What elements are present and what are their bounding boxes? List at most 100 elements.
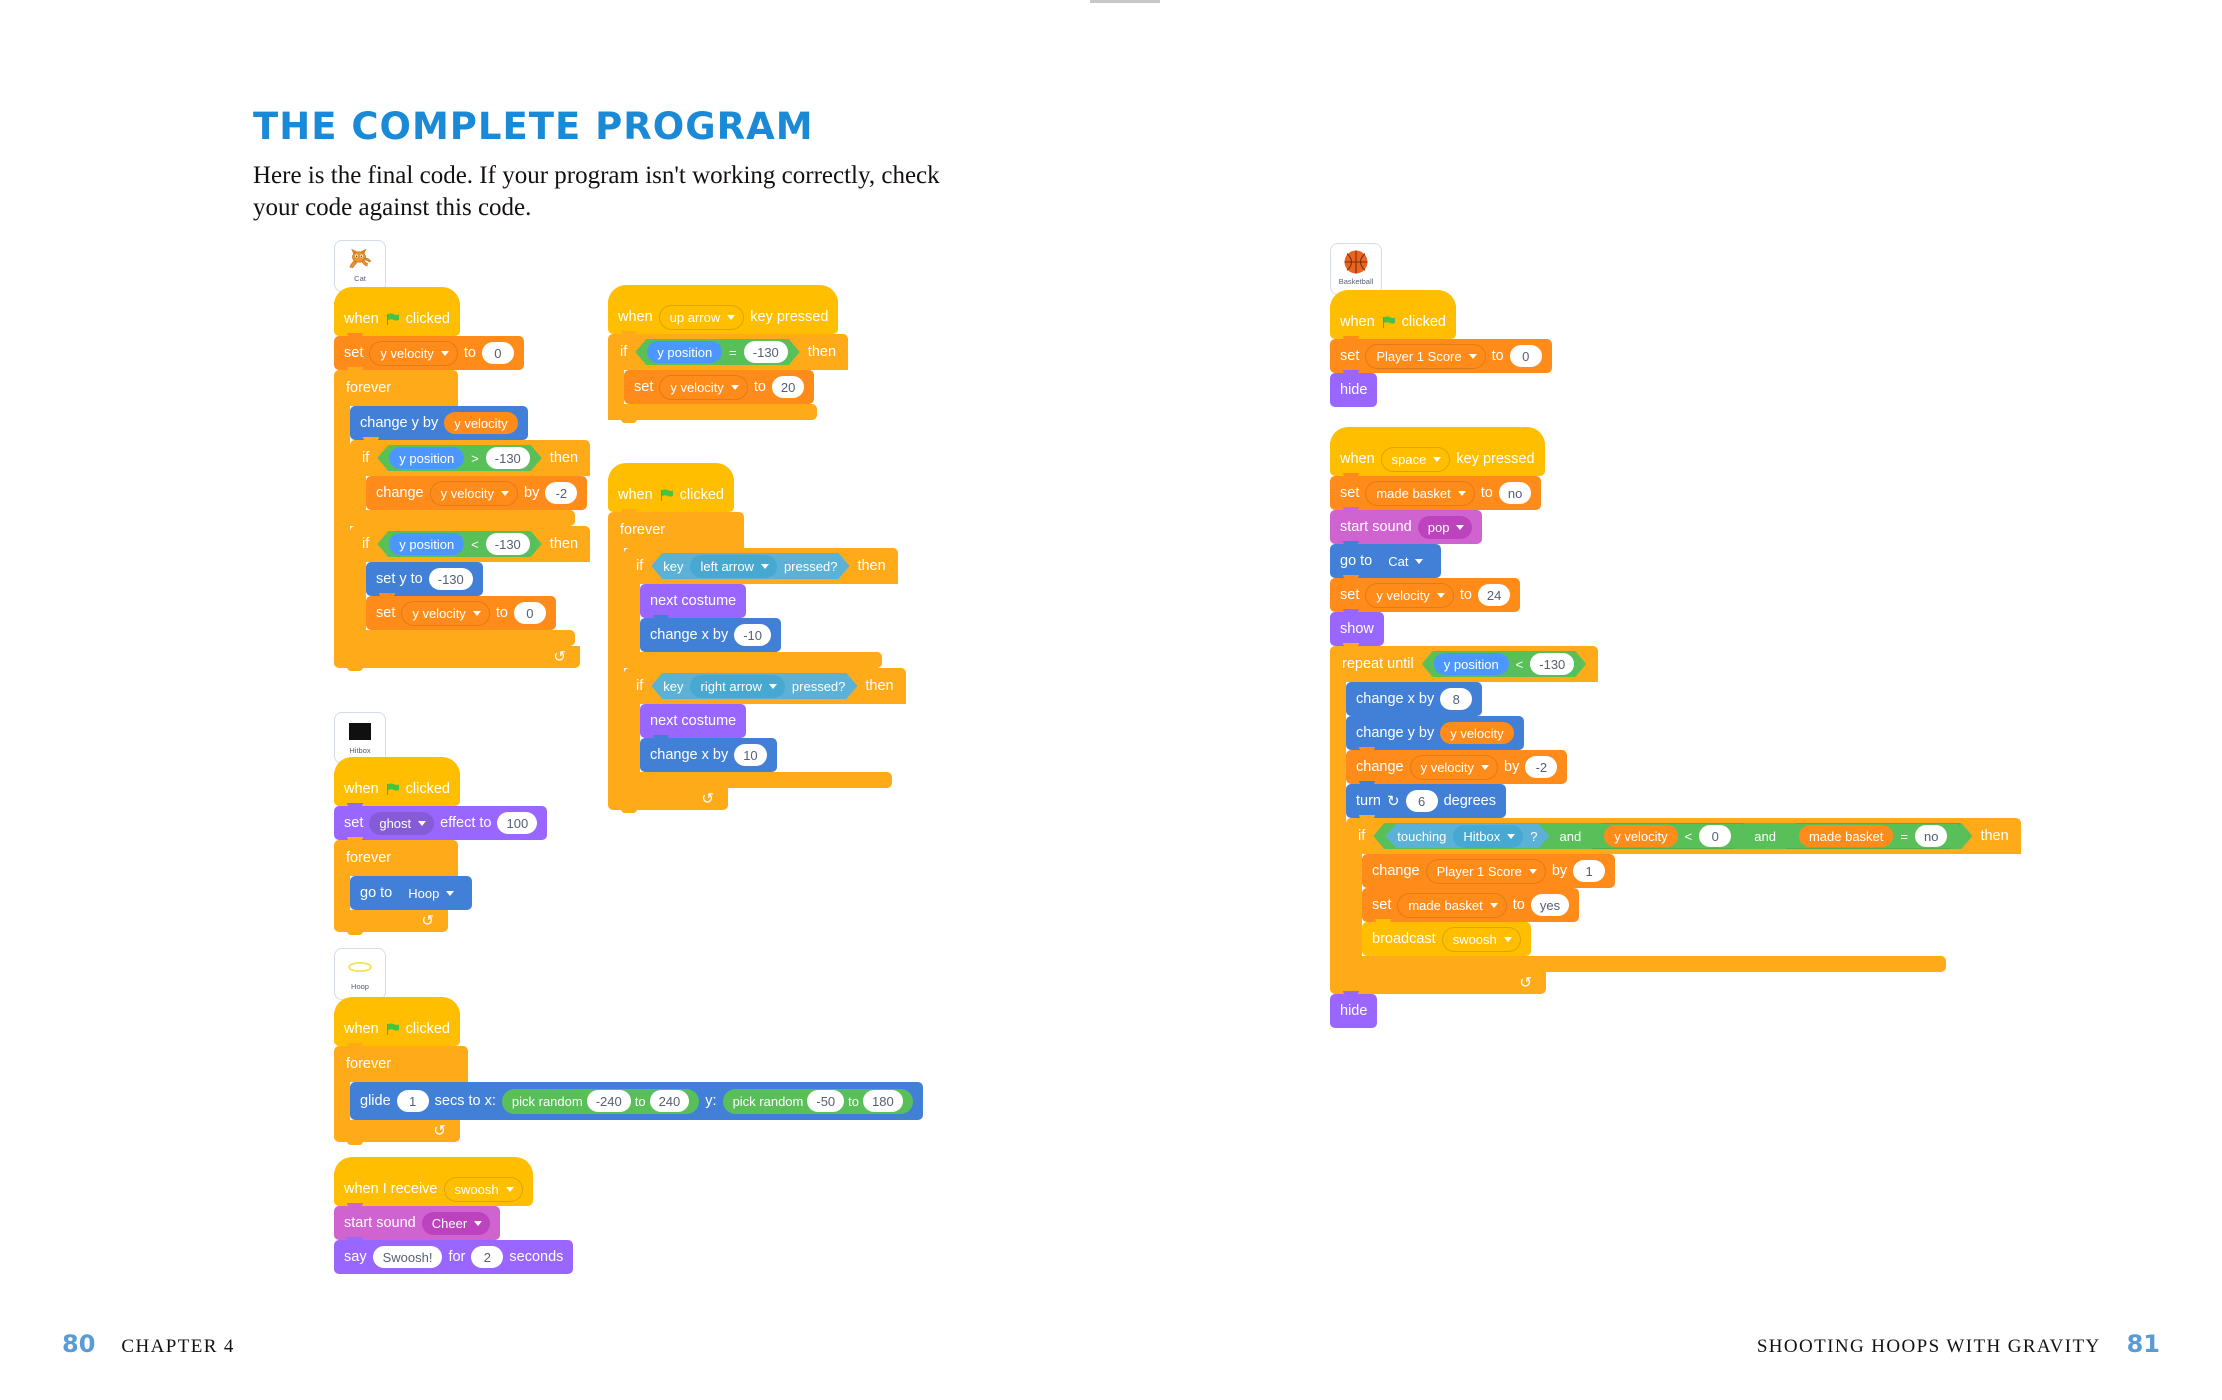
block-set-variable[interactable]: set y velocity to 24 <box>1330 575 1521 612</box>
operator-greater-than[interactable]: y position > -130 <box>377 445 542 471</box>
hat-when-flag-clicked[interactable]: when clicked <box>334 997 460 1046</box>
sprite-thumb-basketball[interactable]: Basketball <box>1330 243 1382 295</box>
effect-dropdown[interactable]: ghost <box>369 811 435 835</box>
block-go-to[interactable]: go to Hoop <box>350 876 473 910</box>
block-if-y-greater[interactable]: if y position > -130 then change y veloc… <box>350 437 591 529</box>
operator-less-than[interactable]: y position < -130 <box>1422 651 1587 677</box>
value-input[interactable]: 0 <box>481 342 514 364</box>
variable-dropdown[interactable]: y velocity <box>401 600 490 626</box>
operand-input[interactable]: 0 <box>1699 825 1731 847</box>
block-start-sound[interactable]: start sound pop <box>1330 507 1483 544</box>
block-set-variable[interactable]: set made basket to yes <box>1362 885 1580 922</box>
block-start-sound[interactable]: start sound Cheer <box>334 1203 501 1240</box>
script-cat-swoosh[interactable]: when I receive swoosh start sound Cheer … <box>334 1157 574 1274</box>
block-forever[interactable]: forever change y by y velocity if y posi… <box>334 367 591 671</box>
touching-target-dropdown[interactable]: Hitbox <box>1453 825 1523 848</box>
variable-dropdown[interactable]: y velocity <box>369 340 458 366</box>
sprite-thumb-cat[interactable]: Cat <box>334 240 386 292</box>
block-repeat-until[interactable]: repeat until y position < -130 change x … <box>1330 643 2021 997</box>
operand-input[interactable]: -130 <box>1530 653 1574 675</box>
value-input[interactable]: 100 <box>497 812 538 834</box>
sound-dropdown[interactable]: pop <box>1417 515 1473 539</box>
operand-input[interactable]: no <box>1915 825 1947 847</box>
from-input[interactable]: -50 <box>807 1090 845 1112</box>
block-change-y-by[interactable]: change y by y velocity <box>1346 713 1524 750</box>
value-input[interactable]: 10 <box>734 744 767 766</box>
sprite-thumb-hoop[interactable]: Hoop <box>334 948 386 1000</box>
value-input[interactable]: -2 <box>1525 756 1558 778</box>
hat-when-key-pressed[interactable]: when up arrow key pressed <box>608 285 839 334</box>
if-head[interactable]: if key left arrow pressed? then <box>624 545 898 584</box>
block-change-x-by[interactable]: change x by -10 <box>640 615 781 652</box>
variable-dropdown[interactable]: made basket <box>1365 480 1475 506</box>
hat-when-flag-clicked[interactable]: when clicked <box>608 463 734 512</box>
if-head[interactable]: if y position > -130 then <box>350 437 591 476</box>
value-input[interactable]: -10 <box>734 624 771 646</box>
operand-input[interactable]: -130 <box>486 533 530 555</box>
block-change-x-by[interactable]: change x by 10 <box>640 735 777 772</box>
block-next-costume[interactable]: next costume <box>640 704 747 738</box>
block-change-x-by[interactable]: change x by 8 <box>1346 682 1483 716</box>
say-text-input[interactable]: Swoosh! <box>372 1246 443 1268</box>
block-turn-degrees[interactable]: turn ↻ 6 degrees <box>1346 781 1506 818</box>
from-input[interactable]: -240 <box>586 1090 631 1112</box>
block-if-made-basket[interactable]: if touching Hitbox ? and y velocity < 0 … <box>1346 815 2021 975</box>
value-input[interactable]: 1 <box>1573 860 1606 882</box>
seconds-input[interactable]: 2 <box>471 1246 504 1268</box>
script-basketball-shoot[interactable]: when space key pressed set made basket t… <box>1330 427 2021 1028</box>
variable-dropdown[interactable]: y velocity <box>659 374 748 400</box>
sensing-key-pressed[interactable]: key right arrow pressed? <box>651 673 857 699</box>
block-if-left-arrow[interactable]: if key left arrow pressed? then next cos… <box>624 545 898 671</box>
key-dropdown[interactable]: space <box>1380 446 1451 472</box>
variable-dropdown[interactable]: y velocity <box>1409 754 1499 780</box>
block-change-variable[interactable]: change y velocity by -2 <box>366 476 588 510</box>
block-set-ghost-effect[interactable]: set ghost effect to 100 <box>334 803 548 840</box>
block-change-variable[interactable]: change y velocity by -2 <box>1346 747 1568 784</box>
message-dropdown[interactable]: swoosh <box>1441 926 1521 952</box>
variable-dropdown[interactable]: made basket <box>1397 892 1507 918</box>
key-dropdown[interactable]: left arrow <box>690 555 776 578</box>
block-set-variable[interactable]: set y velocity to 0 <box>334 333 524 370</box>
if-head[interactable]: if key right arrow pressed? then <box>624 665 906 704</box>
operand-input[interactable]: -130 <box>744 341 788 363</box>
script-basketball-init[interactable]: when clicked set Player 1 Score to 0 hid… <box>1330 290 1552 407</box>
key-dropdown[interactable]: right arrow <box>690 675 784 698</box>
value-input[interactable]: 24 <box>1477 584 1511 606</box>
block-change-variable[interactable]: change Player 1 Score by 1 <box>1362 854 1616 888</box>
block-go-to[interactable]: go to Cat <box>1330 541 1442 578</box>
forever-head[interactable]: forever <box>334 837 458 876</box>
variable-reporter[interactable]: made basket <box>1799 825 1893 847</box>
block-set-variable[interactable]: set Player 1 Score to 0 <box>1330 336 1552 373</box>
until-input[interactable]: 240 <box>649 1090 690 1112</box>
block-if-y-equals[interactable]: if y position = -130 then set y velocity… <box>608 331 849 423</box>
operator-and-chain[interactable]: touching Hitbox ? and y velocity < 0 and… <box>1373 823 1972 849</box>
block-set-variable[interactable]: set y velocity to 0 <box>366 593 556 630</box>
until-input[interactable]: 180 <box>863 1090 903 1112</box>
sensing-touching[interactable]: touching Hitbox ? <box>1385 824 1549 848</box>
value-input[interactable]: yes <box>1530 894 1570 916</box>
message-dropdown[interactable]: swoosh <box>443 1176 523 1202</box>
target-dropdown[interactable]: Hoop <box>398 881 463 905</box>
block-glide-to-xy[interactable]: glide 1 secs to x: pick random -240 to 2… <box>350 1082 923 1120</box>
operand-input[interactable]: -130 <box>486 447 530 469</box>
operator-equals[interactable]: y position = -130 <box>635 339 800 365</box>
block-if-y-less[interactable]: if y position < -130 then set y to -130 … <box>350 523 591 649</box>
variable-reporter[interactable]: y velocity <box>444 412 518 434</box>
key-dropdown[interactable]: up arrow <box>658 304 745 330</box>
repeat-until-head[interactable]: repeat until y position < -130 <box>1330 643 1599 682</box>
block-show[interactable]: show <box>1330 609 1384 646</box>
block-next-costume[interactable]: next costume <box>640 584 747 618</box>
value-input[interactable]: no <box>1498 482 1532 504</box>
if-head[interactable]: if touching Hitbox ? and y velocity < 0 … <box>1346 815 2021 854</box>
sound-dropdown[interactable]: Cheer <box>421 1211 491 1235</box>
value-input[interactable]: -2 <box>545 482 578 504</box>
hat-when-flag-clicked[interactable]: when clicked <box>1330 290 1456 339</box>
secs-input[interactable]: 1 <box>396 1090 429 1112</box>
variable-dropdown[interactable]: y velocity <box>429 480 519 506</box>
variable-dropdown[interactable]: Player 1 Score <box>1425 858 1546 884</box>
pick-random-x[interactable]: pick random -240 to 240 <box>501 1088 700 1114</box>
pick-random-y[interactable]: pick random -50 to 180 <box>722 1088 913 1114</box>
operator-less-than[interactable]: y position < -130 <box>377 531 542 557</box>
y-position-reporter[interactable]: y position <box>1434 653 1509 675</box>
value-input[interactable]: 8 <box>1440 688 1473 710</box>
